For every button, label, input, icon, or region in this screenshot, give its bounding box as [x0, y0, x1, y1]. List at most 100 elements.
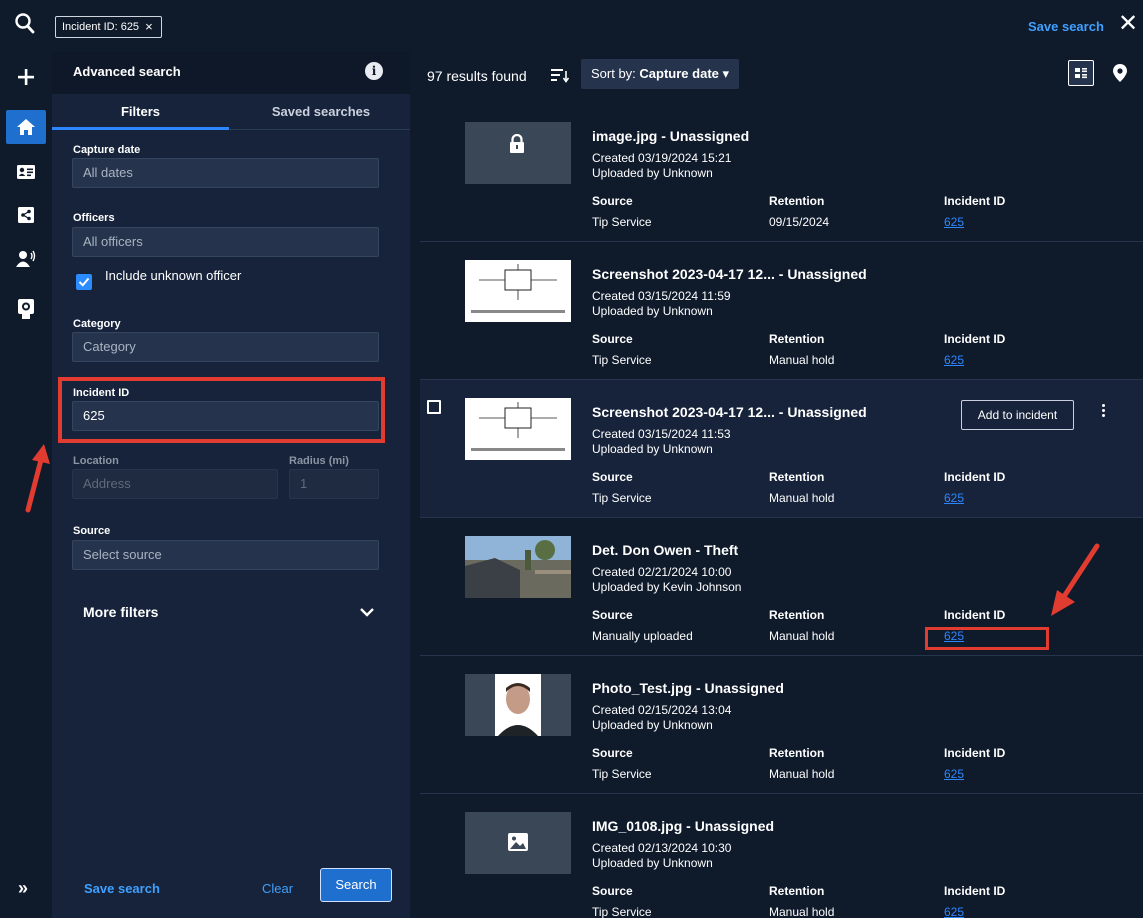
location-input[interactable]: Address — [72, 469, 278, 499]
panel-tabs: Filters Saved searches — [52, 94, 410, 130]
source-heading: Source — [592, 884, 633, 898]
result-title[interactable]: Screenshot 2023-04-17 12... - Unassigned — [592, 404, 867, 420]
result-uploaded: Uploaded by Unknown — [592, 304, 713, 318]
result-incident-link[interactable]: 625 — [944, 353, 964, 367]
retention-heading: Retention — [769, 884, 825, 898]
add-to-incident-button[interactable]: Add to incident — [961, 400, 1074, 430]
result-incident-link[interactable]: 625 — [944, 905, 964, 918]
user-audio-icon[interactable] — [6, 242, 46, 276]
result-card[interactable]: image.jpg - Unassigned Created 03/19/202… — [420, 104, 1143, 242]
annotation-highlight-incident-link — [925, 627, 1049, 650]
result-incident-link[interactable]: 625 — [944, 767, 964, 781]
search-filter-chip[interactable]: Incident ID: 625 × — [55, 16, 162, 38]
result-created: Created 02/15/2024 13:04 — [592, 703, 732, 717]
incident-heading: Incident ID — [944, 332, 1006, 346]
tab-saved-searches[interactable]: Saved searches — [242, 104, 400, 119]
results-count: 97 results found — [427, 68, 527, 84]
results-pane: 97 results found Sort by: Capture date ▾… — [410, 52, 1143, 918]
result-card[interactable]: Screenshot 2023-04-17 12... - Unassigned… — [420, 380, 1143, 518]
search-icon[interactable] — [14, 12, 36, 36]
include-unknown-checkbox[interactable] — [76, 274, 92, 290]
sort-order-icon[interactable] — [551, 67, 570, 88]
home-icon[interactable] — [6, 110, 46, 144]
retention-heading: Retention — [769, 470, 825, 484]
portrait-thumbnail — [465, 674, 571, 736]
incident-heading: Incident ID — [944, 470, 1006, 484]
result-title[interactable]: Photo_Test.jpg - Unassigned — [592, 680, 784, 696]
result-card[interactable]: IMG_0108.jpg - Unassigned Created 02/13/… — [420, 794, 1143, 918]
category-input[interactable]: Category — [72, 332, 379, 362]
add-icon[interactable] — [6, 60, 46, 94]
result-uploaded: Uploaded by Unknown — [592, 442, 713, 456]
advanced-search-panel: Advanced search i Filters Saved searches… — [52, 52, 410, 918]
source-select[interactable]: Select source — [72, 540, 379, 570]
share-icon[interactable] — [6, 198, 46, 232]
close-icon[interactable]: ✕ — [1118, 12, 1138, 36]
source-heading: Source — [592, 608, 633, 622]
more-filters-toggle[interactable]: More filters — [83, 604, 158, 620]
caret-down-icon: ▾ — [722, 66, 730, 81]
image-icon — [465, 812, 571, 874]
clear-button[interactable]: Clear — [262, 881, 293, 896]
result-created: Created 02/21/2024 10:00 — [592, 565, 732, 579]
car-photo-thumbnail — [465, 536, 571, 598]
result-created: Created 03/15/2024 11:59 — [592, 289, 731, 303]
incident-heading: Incident ID — [944, 884, 1006, 898]
save-search-link[interactable]: Save search — [1028, 19, 1104, 34]
search-button[interactable]: Search — [320, 868, 392, 902]
active-tab-indicator — [52, 127, 229, 130]
result-retention: Manual hold — [769, 491, 835, 505]
incident-heading: Incident ID — [944, 608, 1006, 622]
chip-label: Incident ID: 625 — [62, 21, 140, 33]
top-bar: Incident ID: 625 × Save search ✕ — [0, 0, 1143, 52]
officers-select[interactable]: All officers — [72, 227, 379, 257]
annotation-arrow-icon — [25, 444, 50, 513]
save-search-button[interactable]: Save search — [84, 881, 160, 896]
include-unknown-label: Include unknown officer — [105, 268, 242, 283]
tab-filters[interactable]: Filters — [52, 104, 229, 119]
result-title[interactable]: Det. Don Owen - Theft — [592, 542, 738, 558]
sort-dropdown[interactable]: Sort by: Capture date ▾ — [581, 59, 740, 89]
chevron-down-icon[interactable] — [359, 605, 375, 623]
chip-remove-icon[interactable]: × — [145, 17, 153, 37]
source-heading: Source — [592, 332, 633, 346]
camera-icon[interactable] — [6, 292, 46, 326]
panel-title: Advanced search — [73, 64, 181, 79]
more-options-icon[interactable] — [1102, 404, 1106, 419]
annotation-arrow-icon — [1051, 543, 1100, 616]
result-card[interactable]: Photo_Test.jpg - Unassigned Created 02/1… — [420, 656, 1143, 794]
source-label: Source — [73, 525, 111, 537]
result-source: Tip Service — [592, 353, 652, 367]
row-select-checkbox[interactable] — [427, 400, 441, 414]
panel-footer: Save search Clear Search — [52, 866, 410, 918]
retention-heading: Retention — [769, 746, 825, 760]
result-incident-link[interactable]: 625 — [944, 491, 964, 505]
result-title[interactable]: image.jpg - Unassigned — [592, 128, 749, 144]
result-created: Created 03/15/2024 11:53 — [592, 427, 731, 441]
result-source: Tip Service — [592, 905, 652, 918]
capture-date-select[interactable]: All dates — [72, 158, 379, 188]
sort-prefix: Sort by: — [591, 66, 636, 81]
map-pin-icon[interactable] — [1113, 64, 1127, 87]
radius-input[interactable]: 1 — [289, 469, 379, 499]
result-source: Tip Service — [592, 215, 652, 229]
list-view-icon[interactable] — [1068, 60, 1094, 86]
result-retention: Manual hold — [769, 629, 835, 643]
incident-heading: Incident ID — [944, 746, 1006, 760]
panel-header: Advanced search i — [52, 52, 410, 94]
result-retention: 09/15/2024 — [769, 215, 830, 229]
result-title[interactable]: IMG_0108.jpg - Unassigned — [592, 818, 774, 834]
info-icon[interactable]: i — [365, 62, 383, 80]
result-incident-link[interactable]: 625 — [944, 215, 964, 229]
sort-value: Capture date — [639, 66, 719, 81]
result-created: Created 02/13/2024 10:30 — [592, 841, 732, 855]
result-title[interactable]: Screenshot 2023-04-17 12... - Unassigned — [592, 266, 867, 282]
id-card-icon[interactable] — [6, 155, 46, 189]
annotation-highlight-incident-field — [58, 377, 385, 443]
result-retention: Manual hold — [769, 905, 835, 918]
result-source: Tip Service — [592, 491, 652, 505]
location-label: Location — [73, 455, 119, 467]
expand-rail-icon[interactable]: » — [18, 878, 28, 899]
retention-heading: Retention — [769, 194, 825, 208]
result-card[interactable]: Screenshot 2023-04-17 12... - Unassigned… — [420, 242, 1143, 380]
